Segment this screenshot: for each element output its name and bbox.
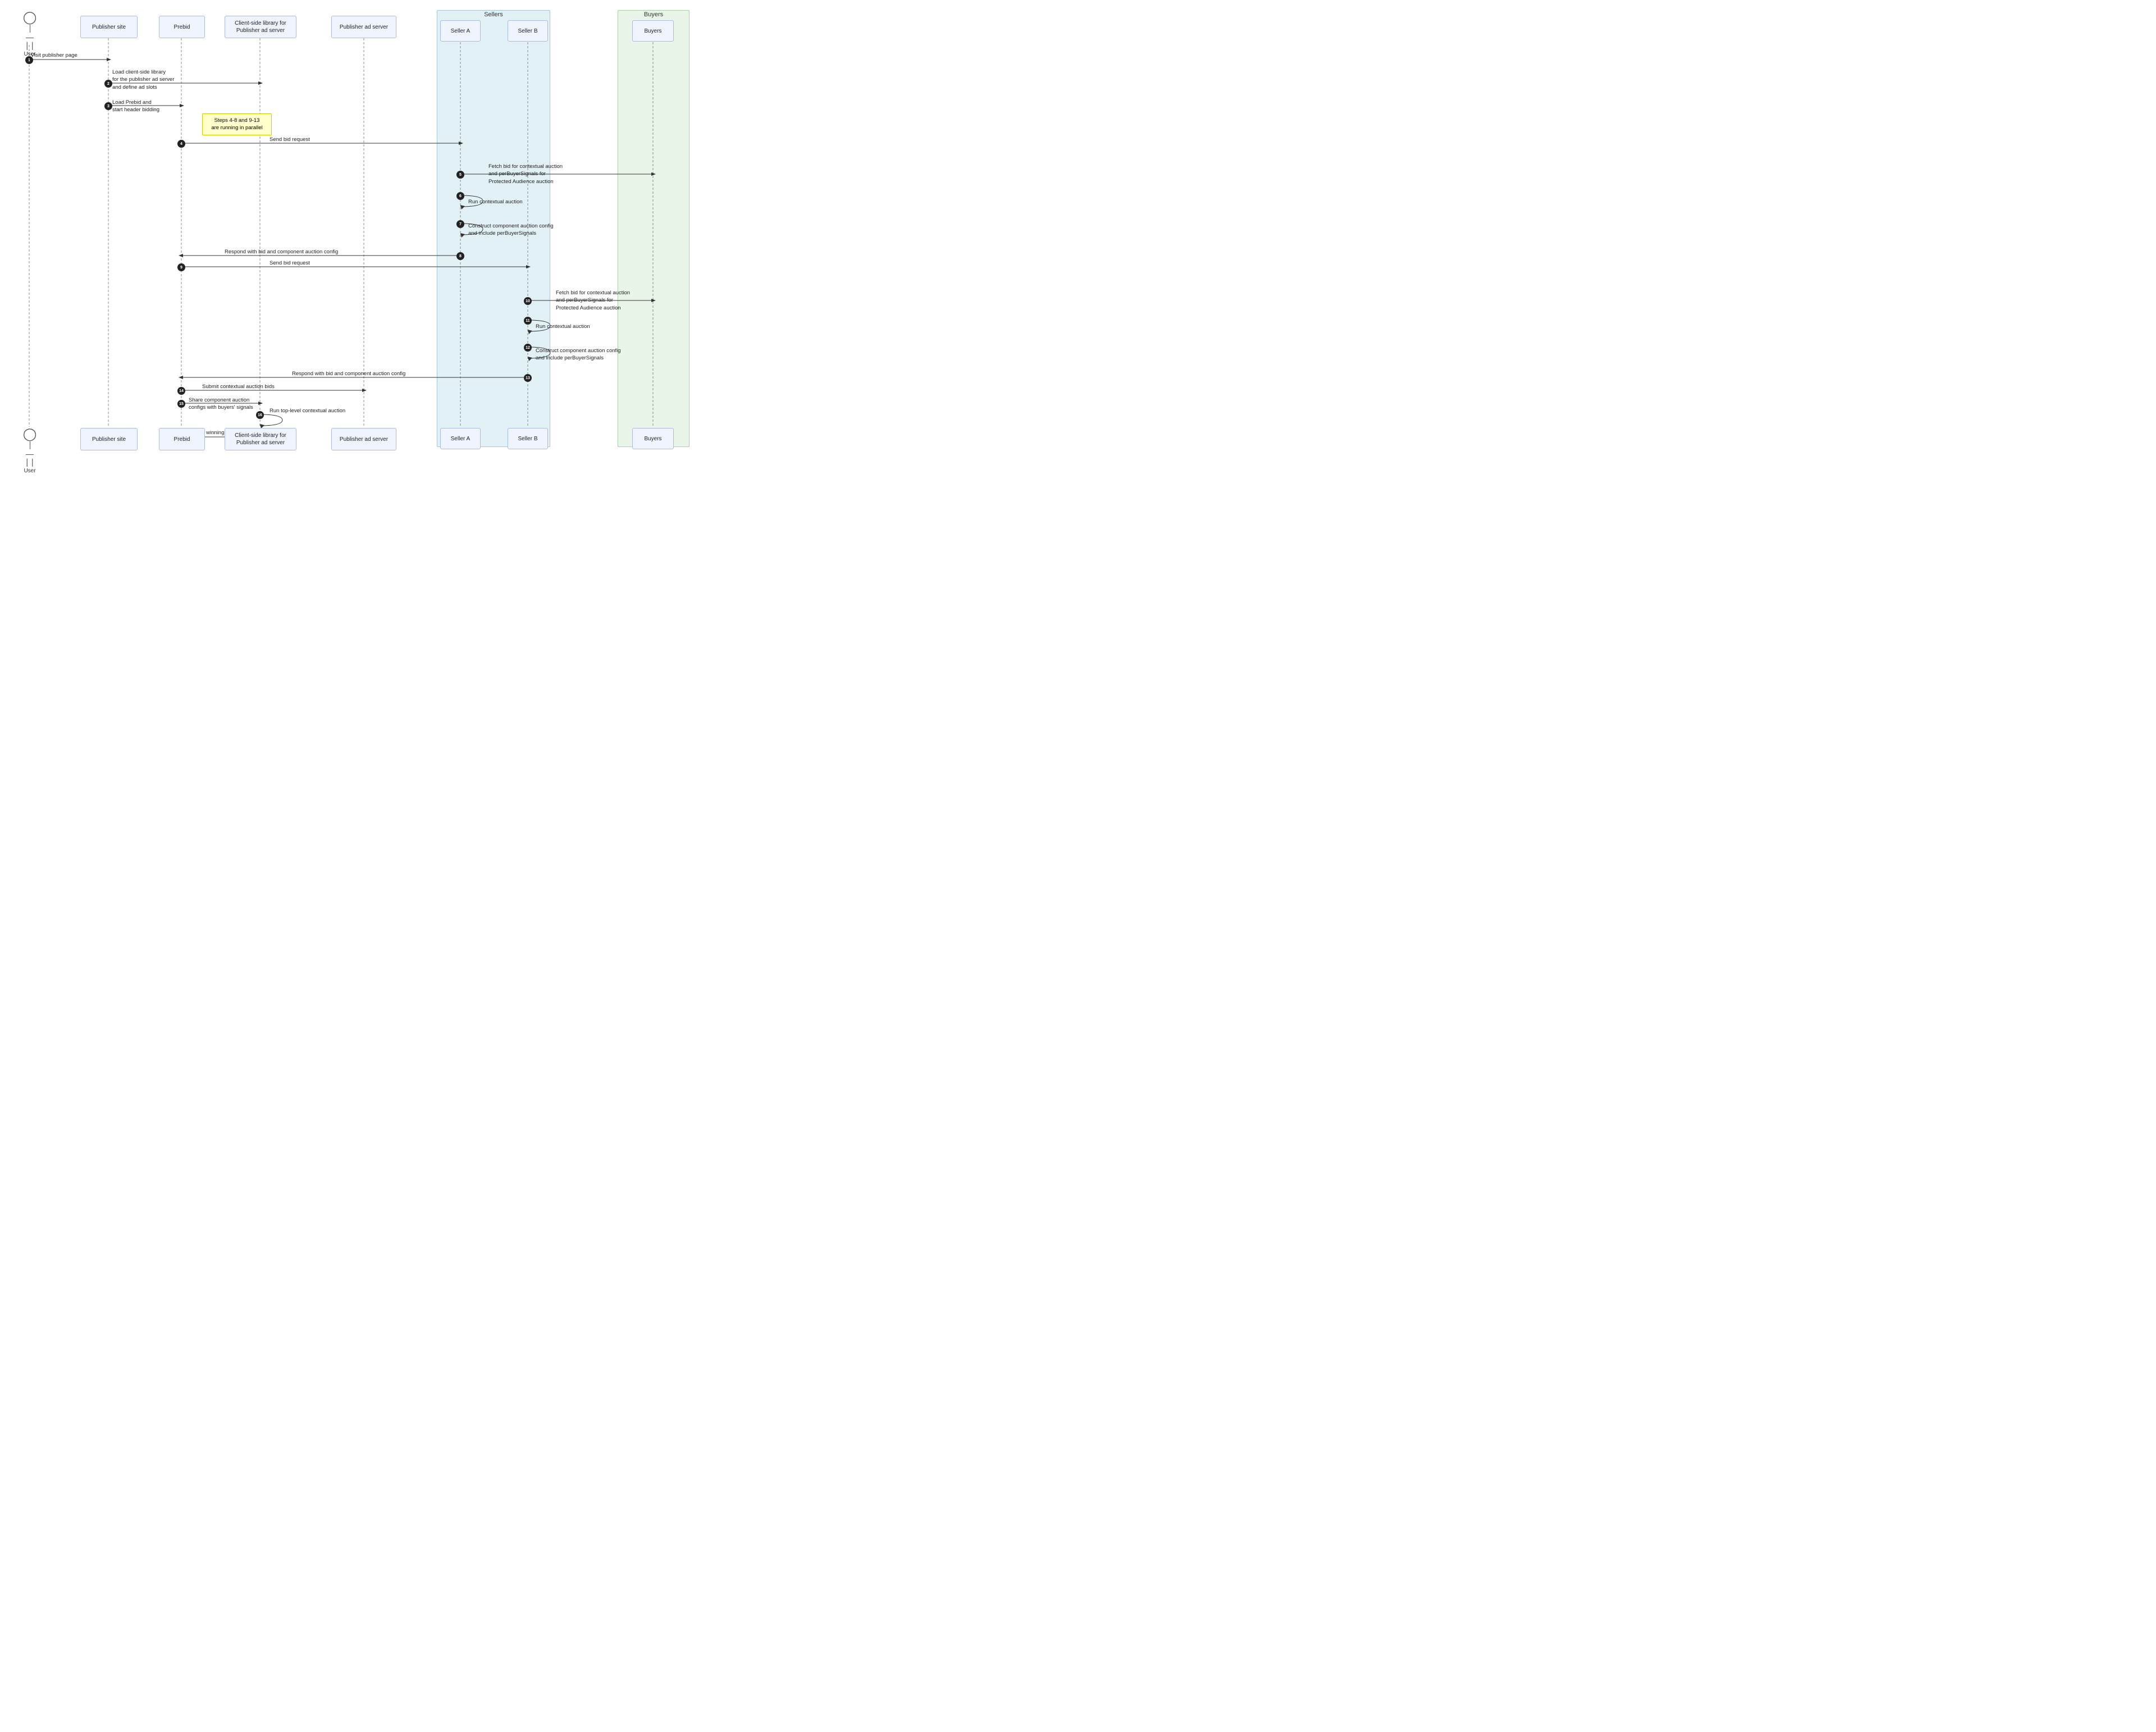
publisher-ad-server-box-bottom: Publisher ad server (331, 428, 396, 450)
step-3-circle: 3 (104, 102, 112, 110)
publisher-site-box-top: Publisher site (80, 16, 138, 38)
client-lib-box-top: Client-side library for Publisher ad ser… (225, 16, 296, 38)
publisher-ad-server-box-top: Publisher ad server (331, 16, 396, 38)
step-9-circle: 9 (177, 263, 185, 271)
step-14-label: Submit contextual auction bids (202, 384, 275, 390)
note-box: Steps 4-8 and 9-13 are running in parall… (202, 113, 272, 135)
step-9-label: Send bid request (270, 260, 310, 266)
step-16-label: Run top-level contextual auction (270, 408, 345, 414)
step-5-circle: 5 (456, 171, 464, 179)
buyers-box-top: Buyers (632, 20, 674, 42)
step-13-circle: 13 (524, 374, 532, 382)
prebid-box-bottom: Prebid (159, 428, 205, 450)
seller-a-box-bottom: Seller A (440, 428, 481, 449)
buyers-region (618, 10, 689, 447)
client-lib-box-bottom: Client-side library for Publisher ad ser… (225, 428, 296, 450)
step-11-circle: 11 (524, 317, 532, 325)
step-8-label: Respond with bid and component auction c… (225, 249, 338, 255)
step-15-circle: 15 (177, 400, 185, 408)
step-10-label: Fetch bid for contextual auction and per… (556, 289, 630, 312)
step-15-label: Share component auction configs with buy… (189, 396, 253, 412)
step-12-circle: 12 (524, 344, 532, 352)
step-16-circle: 16 (256, 411, 264, 419)
step-7-circle: 7 (456, 220, 464, 228)
diagram-container: Sellers Buyers (0, 0, 696, 461)
step-11-label: Run contextual auction (536, 323, 590, 330)
step-2-label: Load client-side library for the publish… (112, 69, 174, 91)
user-figure-top: ◯ ⎯⎯ ⎮ ⎮ User (19, 10, 40, 57)
step-5-label: Fetch bid for contextual auction and per… (488, 163, 563, 185)
publisher-site-box-bottom: Publisher site (80, 428, 138, 450)
step-6-circle: 6 (456, 192, 464, 200)
step-12-label: Construct component auction config and i… (536, 347, 621, 362)
step-7-label: Construct component auction config and i… (468, 222, 554, 238)
buyers-label: Buyers (618, 11, 689, 18)
step-10-circle: 10 (524, 297, 532, 305)
step-14-circle: 14 (177, 387, 185, 395)
step-13-label: Respond with bid and component auction c… (292, 371, 405, 377)
user-figure-bottom: ◯ ⎯⎯ ⎮ ⎮ User (19, 427, 40, 474)
seller-a-box-top: Seller A (440, 20, 481, 42)
step-3-label: Load Prebid and start header bidding (112, 99, 159, 114)
step-8-circle: 8 (456, 252, 464, 260)
seller-b-box-bottom: Seller B (508, 428, 548, 449)
prebid-box-top: Prebid (159, 16, 205, 38)
step-6-label: Run contextual auction (468, 199, 523, 205)
step-1-label: Visit publisher page (31, 52, 77, 58)
step-2-circle: 2 (104, 80, 112, 88)
buyers-box-bottom: Buyers (632, 428, 674, 449)
diagram-svg (0, 0, 696, 461)
step-4-label: Send bid request (270, 136, 310, 143)
seller-b-box-top: Seller B (508, 20, 548, 42)
step-4-circle: 4 (177, 140, 185, 148)
sellers-label: Sellers (437, 11, 550, 18)
user-label-bottom: User (19, 468, 40, 474)
